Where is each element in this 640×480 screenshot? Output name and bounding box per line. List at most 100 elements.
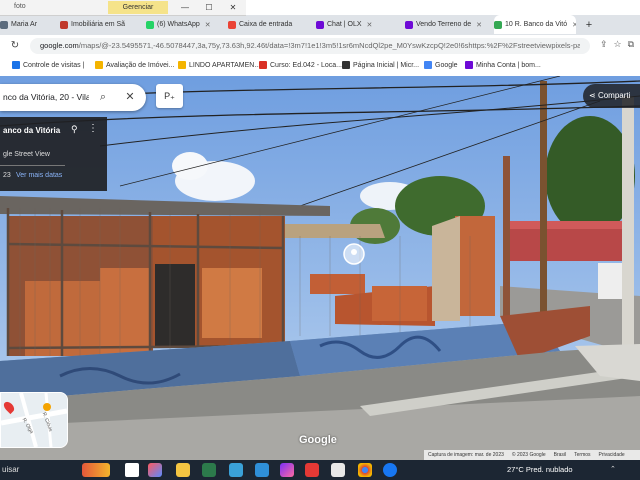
bookmark-label: Google [435, 61, 458, 69]
privacy-link[interactable]: Privacidade [599, 452, 625, 458]
tab-favicon [0, 20, 8, 29]
close-icon[interactable]: ✕ [205, 21, 211, 29]
tab-label: Caixa de entrada [239, 21, 293, 28]
copyright: © 2023 Google [511, 452, 546, 458]
search-highlight-icon[interactable] [82, 463, 110, 477]
bookmark-label: Página Inicial | Micr... [353, 61, 420, 69]
tab-3[interactable]: Caixa de entrada [228, 15, 314, 34]
search-input[interactable]: nco da Vitória, 20 - Vila T [3, 92, 89, 102]
photos-icon[interactable] [280, 463, 294, 477]
divider [0, 165, 65, 166]
tab-label: Chat | OLX [327, 21, 362, 28]
bookmark-favicon [259, 61, 267, 69]
tray-chevron-icon[interactable]: ⌃ [610, 463, 616, 477]
tab-0[interactable]: Maria Ar [0, 15, 58, 34]
bookmark-favicon [95, 61, 103, 69]
location-pin-icon[interactable]: ⚲ [71, 124, 78, 135]
bookmark-label: Avaliação de Imóvei... [106, 61, 175, 69]
bookmark-favicon [424, 61, 432, 69]
tab-4[interactable]: Chat | OLX ✕ [316, 15, 402, 34]
window-title: foto [14, 3, 26, 10]
pegman-button[interactable]: P₊ [156, 84, 183, 108]
url-text[interactable]: google.com/maps/@-23.5495571,-46.5078447… [40, 41, 580, 50]
minimize-button[interactable]: — [178, 2, 192, 13]
youtube-icon[interactable] [305, 463, 319, 477]
edge-icon[interactable] [229, 463, 243, 477]
address-bar[interactable]: google.com/maps/@-23.5495571,-46.5078447… [30, 38, 590, 54]
street-view-info-card: anco da Vitória ⚲ ⋮ gle Street View 23 V… [0, 117, 107, 191]
bookmark-label: LINDO APARTAMEN... [189, 61, 261, 69]
url-host: google.com [40, 41, 79, 50]
copilot-icon[interactable] [148, 463, 162, 477]
maximize-button[interactable]: ☐ [202, 2, 216, 13]
bookmark-3[interactable]: Curso: Ed.042 - Loca... [259, 61, 342, 69]
windows-taskbar: uisar 27°C Pred. nublado ⌃ [0, 460, 640, 480]
bookmark-5[interactable]: Google [424, 61, 458, 69]
bookmark-4[interactable]: Página Inicial | Micr... [342, 61, 419, 69]
capture-info: Captura de imagem: mar. de 2023 [428, 452, 504, 458]
bookmark-0[interactable]: Controle de visitas | [12, 61, 84, 69]
tab-strip: Maria Ar Imobiliária em Sã (6) WhatsApp ✕… [0, 15, 640, 35]
chrome-icon[interactable] [358, 463, 372, 477]
close-icon[interactable]: ✕ [476, 21, 482, 29]
store-icon[interactable] [202, 463, 216, 477]
bookmark-6[interactable]: Minha Conta | bom... [465, 61, 541, 69]
foto-window-titlebar: foto Gerenciar — ☐ ✕ [0, 0, 246, 16]
tab-label: Imobiliária em Sã [71, 21, 126, 28]
tab-favicon [405, 20, 413, 29]
share-label: Comparti [597, 91, 631, 100]
share-button[interactable]: ⋖ Comparti [583, 84, 640, 108]
tab-favicon [146, 20, 154, 29]
maps-search-box[interactable]: nco da Vitória, 20 - Vila T ⌕ ✕ [0, 84, 146, 111]
manage-button[interactable]: Gerenciar [108, 1, 168, 14]
bookmark-favicon [342, 61, 350, 69]
task-view-icon[interactable] [125, 463, 139, 477]
browser-toolbar: ↻ google.com/maps/@-23.5495571,-46.50784… [0, 35, 640, 57]
bookmark-favicon [465, 61, 473, 69]
bookmark-favicon [12, 61, 20, 69]
google-logo: Google [299, 434, 337, 446]
capture-date: 23 [3, 172, 11, 179]
tab-1[interactable]: Imobiliária em Sã [60, 15, 145, 34]
close-window-button[interactable]: ✕ [226, 2, 240, 13]
more-options-icon[interactable]: ⋮ [88, 123, 98, 134]
tab-label: Vendo Terreno de [416, 21, 472, 28]
tab-favicon [494, 20, 502, 29]
close-icon[interactable]: ✕ [123, 90, 137, 104]
tab-6-active[interactable]: 10 R. Banco da Vitó ✕ [494, 15, 576, 34]
imagery-source: gle Street View [3, 151, 50, 158]
tab-favicon [60, 20, 68, 29]
weather-widget[interactable]: 27°C Pred. nublado [507, 463, 573, 477]
bookmark-2[interactable]: LINDO APARTAMEN... [178, 61, 260, 69]
extensions-icon[interactable]: ⧉ [628, 39, 634, 50]
bookmark-1[interactable]: Avaliação de Imóvei... [95, 61, 174, 69]
star-icon[interactable]: ☆ [613, 39, 621, 50]
share-icon: ⋖ [589, 91, 598, 100]
tab-label: 10 R. Banco da Vitó [505, 21, 568, 28]
bookmark-label: Controle de visitas | [23, 61, 85, 69]
tab-favicon [228, 20, 236, 29]
file-explorer-icon[interactable] [176, 463, 190, 477]
bookmark-label: Curso: Ed.042 - Loca... [270, 61, 342, 69]
tab-5[interactable]: Vendo Terreno de ✕ [405, 15, 491, 34]
attribution-bar: Captura de imagem: mar. de 2023 © 2023 G… [424, 450, 640, 460]
tab-label: Maria Ar [11, 21, 38, 28]
share-page-icon[interactable]: ⇪ [600, 39, 608, 50]
facebook-icon[interactable] [383, 463, 397, 477]
minimap[interactable]: R. Olga R. Clóvis [0, 392, 68, 448]
reload-icon[interactable]: ↻ [8, 39, 22, 53]
close-icon[interactable]: ✕ [367, 21, 373, 29]
country-link[interactable]: Brasil [554, 452, 567, 458]
tab-favicon [316, 20, 324, 29]
terms-link[interactable]: Termos [574, 452, 590, 458]
tab-2[interactable]: (6) WhatsApp ✕ [146, 15, 226, 34]
close-icon[interactable]: ✕ [572, 21, 576, 29]
app-icon[interactable] [331, 463, 345, 477]
bookmarks-bar: Controle de visitas | Avaliação de Imóve… [0, 57, 640, 77]
new-tab-button[interactable]: + [582, 15, 596, 34]
location-address: anco da Vitória [3, 126, 61, 135]
mail-icon[interactable] [255, 463, 269, 477]
search-icon[interactable]: ⌕ [96, 90, 110, 104]
see-more-dates-link[interactable]: Ver mais datas [16, 172, 62, 179]
bookmark-label: Minha Conta | bom... [476, 61, 541, 69]
